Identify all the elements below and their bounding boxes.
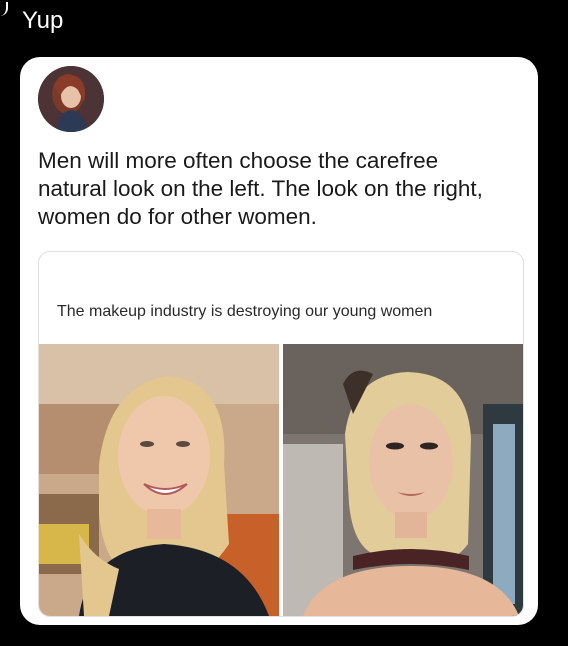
avatar-image <box>38 66 104 132</box>
corner-mark <box>0 2 8 16</box>
quoted-post[interactable]: The makeup industry is destroying our yo… <box>38 251 524 617</box>
photo-makeup-look[interactable] <box>283 344 523 616</box>
caption-text: Yup <box>22 7 64 34</box>
quoted-post-text: The makeup industry is destroying our yo… <box>57 303 433 320</box>
photo-makeup-look-image <box>283 344 523 616</box>
avatar[interactable] <box>38 66 104 132</box>
post-text: Men will more often choose the carefree … <box>38 148 483 229</box>
post-card: Men will more often choose the carefree … <box>20 57 538 625</box>
photo-natural-look-image <box>39 344 279 616</box>
photo-natural-look[interactable] <box>39 344 279 616</box>
